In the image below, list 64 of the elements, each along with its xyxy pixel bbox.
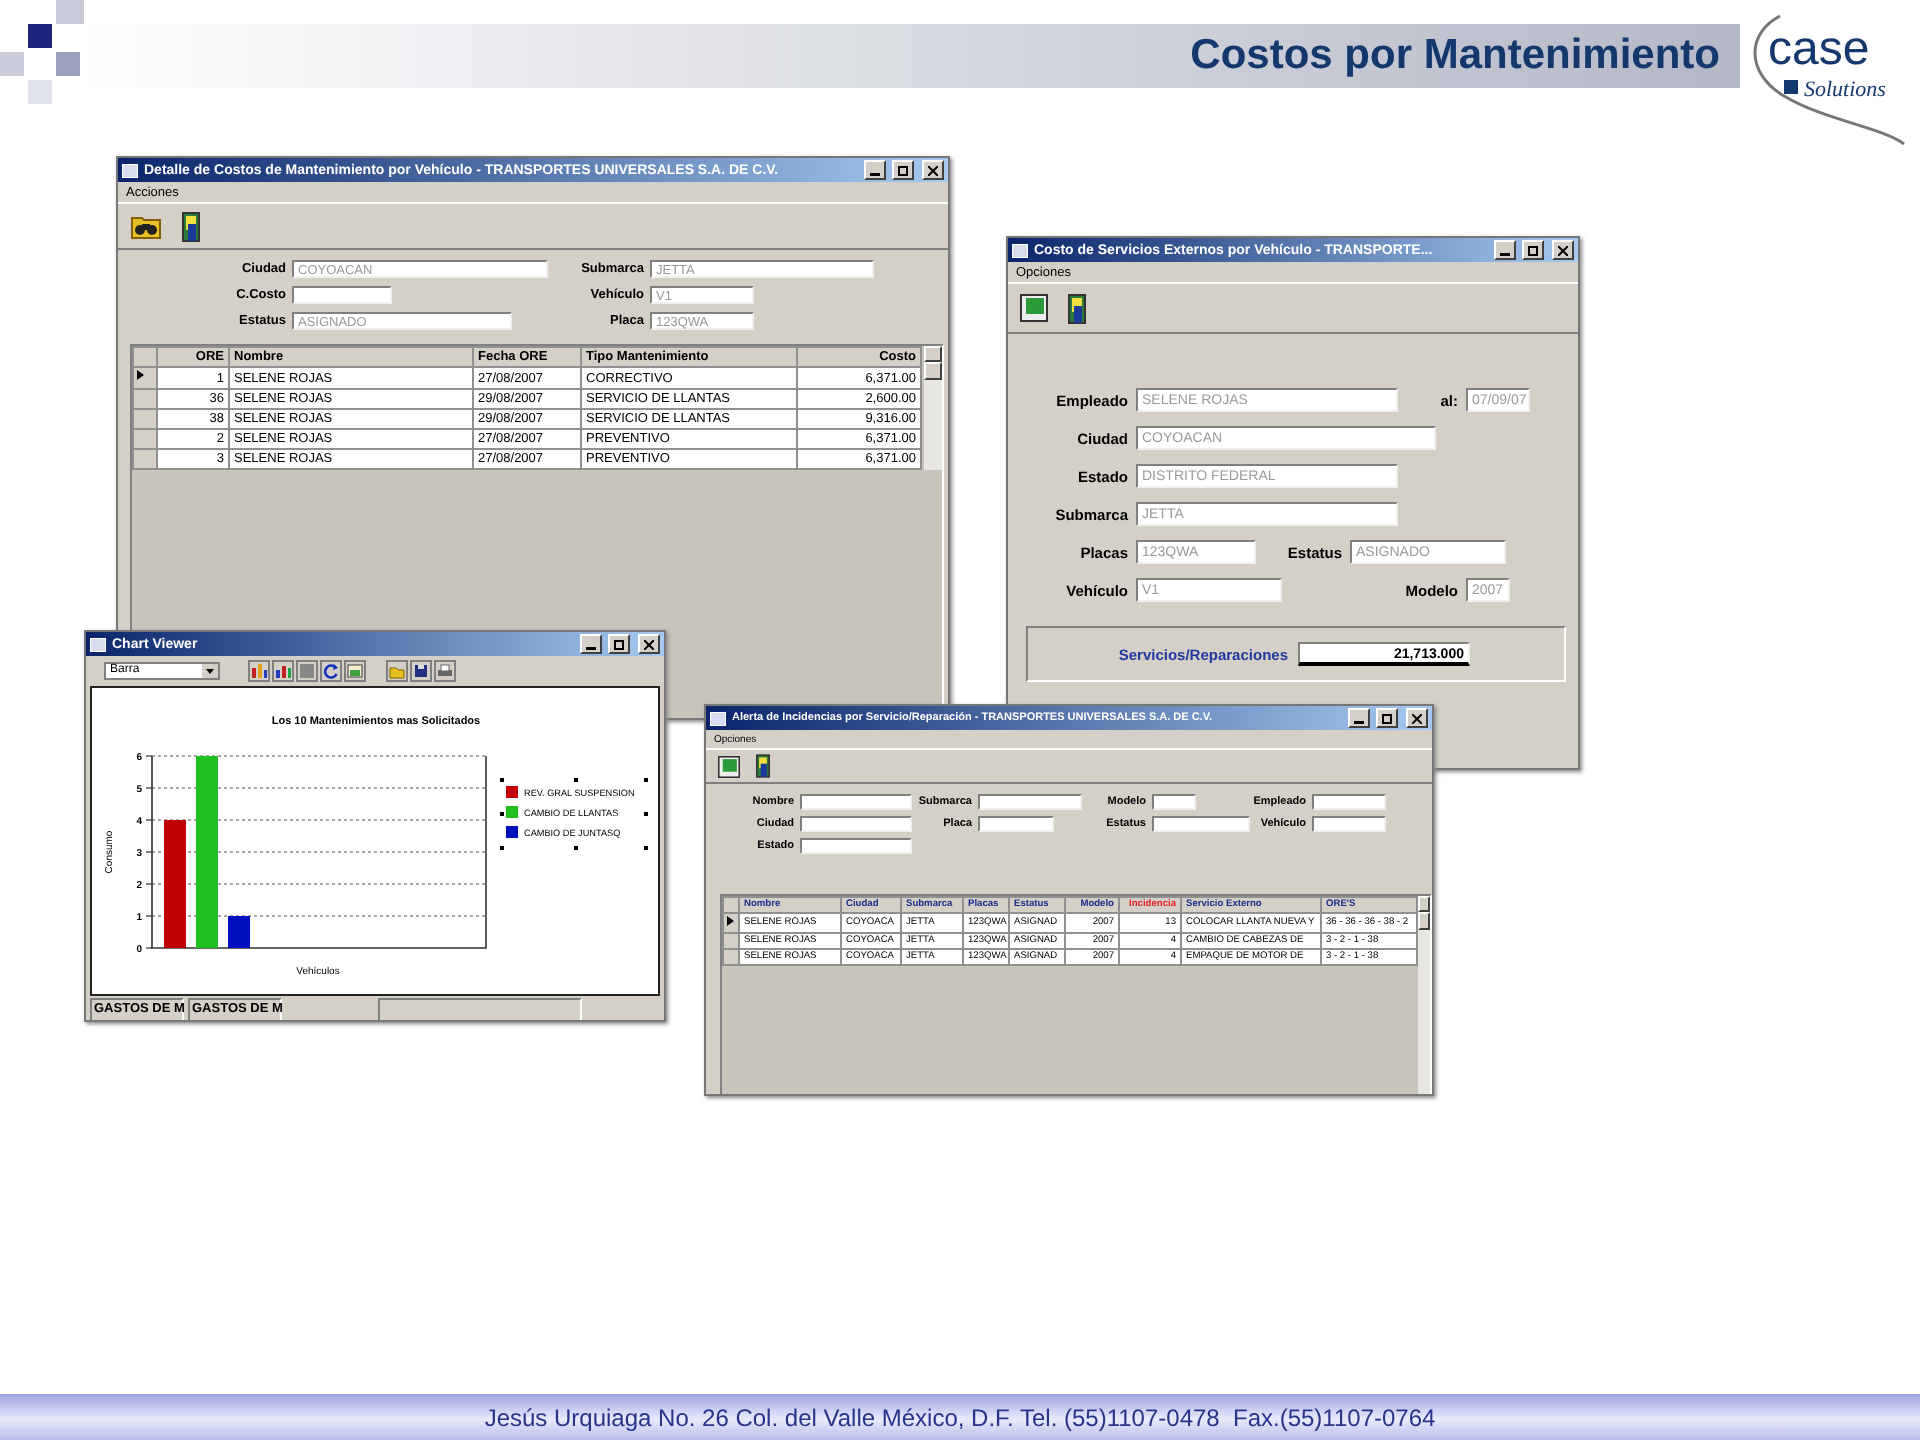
logo-mark-icon — [1784, 80, 1798, 94]
maximize-button[interactable] — [1376, 708, 1398, 728]
row-pointer-icon — [724, 914, 736, 928]
close-icon — [1558, 245, 1568, 255]
logo-swoosh-icon — [1753, 14, 1905, 146]
close-button[interactable] — [638, 634, 660, 654]
input-field[interactable] — [800, 816, 912, 832]
print-icon[interactable] — [434, 659, 456, 681]
input-field[interactable] — [800, 838, 912, 854]
close-button[interactable] — [922, 160, 944, 180]
close-icon — [1412, 713, 1422, 723]
input-field[interactable] — [978, 794, 1082, 810]
refresh-icon[interactable] — [320, 659, 342, 681]
scrollbar[interactable] — [1418, 896, 1430, 1094]
input-field[interactable] — [292, 286, 392, 304]
door-icon[interactable] — [1068, 293, 1086, 323]
legend-swatch — [506, 786, 518, 798]
maximize-icon — [1528, 245, 1538, 255]
bar — [228, 916, 250, 948]
legend-swatch — [506, 826, 518, 838]
bar-chart-icon[interactable] — [248, 659, 270, 681]
logo-text: case — [1768, 22, 1870, 76]
footer-address: Jesús Urquiaga No. 26 Col. del Valle México, D.F. Tel. (55)1107-0478 Fax.(55)1107-0764 — [484, 1403, 1436, 1431]
input-field[interactable] — [1152, 816, 1250, 832]
maximize-icon — [898, 165, 908, 175]
maximize-button[interactable] — [608, 634, 630, 654]
logo-tagline: Solutions — [1804, 78, 1886, 102]
row-header[interactable] — [723, 913, 739, 933]
maximize-button[interactable] — [892, 160, 914, 180]
input-field[interactable] — [978, 816, 1054, 832]
door-icon[interactable] — [182, 211, 200, 241]
close-icon — [928, 165, 938, 175]
picture-icon[interactable] — [344, 659, 366, 681]
caret-icon — [202, 663, 218, 677]
binoculars-icon[interactable] — [130, 212, 162, 240]
row-header[interactable] — [133, 367, 157, 389]
input-field[interactable] — [1152, 794, 1196, 810]
scrollbar[interactable] — [924, 346, 942, 470]
row-pointer-icon — [134, 368, 146, 382]
maximize-button[interactable] — [1522, 240, 1544, 260]
input-field[interactable] — [1312, 816, 1386, 832]
close-button[interactable] — [1406, 708, 1428, 728]
input-field[interactable] — [1312, 794, 1386, 810]
app-icon — [710, 711, 726, 725]
frame-icon[interactable] — [718, 755, 740, 777]
bar — [164, 820, 186, 948]
minimize-button[interactable] — [1494, 240, 1516, 260]
frame-icon[interactable] — [1020, 294, 1048, 322]
minimize-button[interactable] — [580, 634, 602, 654]
slide-title: Costos por Mantenimiento — [1190, 32, 1722, 80]
minimize-button[interactable] — [864, 160, 886, 180]
app-icon — [122, 163, 138, 177]
legend-swatch — [506, 806, 518, 818]
bar-chart-icon[interactable] — [272, 659, 294, 681]
save-icon[interactable] — [410, 659, 432, 681]
input-field[interactable] — [800, 794, 912, 810]
close-button[interactable] — [1552, 240, 1574, 260]
close-icon — [644, 639, 654, 649]
app-icon — [1012, 243, 1028, 257]
maximize-icon — [614, 639, 624, 649]
maximize-icon — [1382, 713, 1392, 723]
app-icon — [90, 637, 106, 651]
minimize-button[interactable] — [1348, 708, 1370, 728]
door-icon[interactable] — [756, 754, 770, 778]
